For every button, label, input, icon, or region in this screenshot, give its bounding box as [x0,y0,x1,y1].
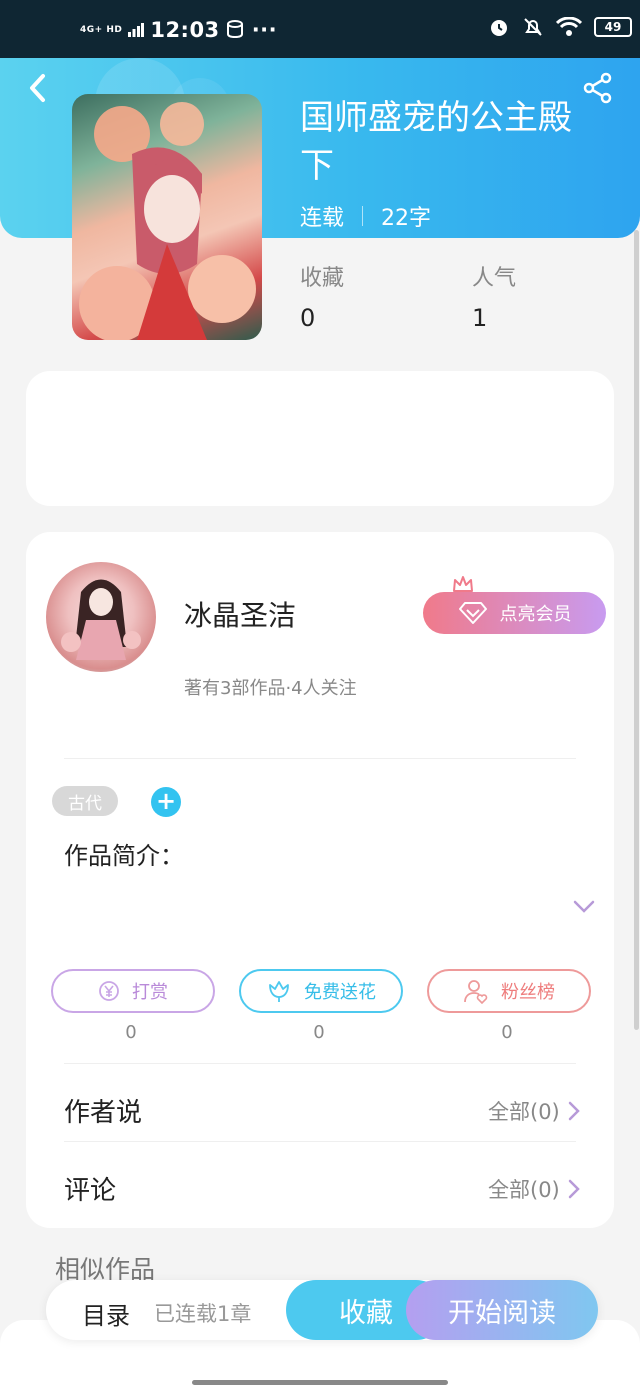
chevron-down-icon [573,900,595,913]
alarm-icon [491,20,507,36]
divider [64,1141,576,1142]
status-left: 4G+ HD 12:03 ··· [80,18,277,42]
popularity-count: 1 [472,304,488,332]
comments-count: 全部(0) [488,1178,560,1202]
back-button[interactable] [22,70,52,106]
crown-icon [453,576,473,592]
book-title: 国师盛宠的公主殿下 [300,98,572,186]
author-avatar[interactable] [46,562,156,672]
comments-label: 评论 [64,1176,117,1206]
fan-ranking-button[interactable]: 粉丝榜 [427,969,591,1013]
chevron-right-icon [568,1179,580,1199]
author-says-all-link[interactable]: 全部(0) [488,1096,580,1126]
network-indicator: 4G+ HD [80,24,123,35]
reward-label: 打赏 [132,982,168,1003]
activate-vip-button[interactable]: 点亮会员 [423,592,606,634]
meta-divider [362,206,364,226]
add-favorite-label: 收藏 [339,1297,393,1329]
divider [64,758,576,759]
vip-label: 点亮会员 [499,604,572,625]
reward-button[interactable]: 打赏 [51,969,215,1013]
start-reading-label: 开始阅读 [448,1297,556,1329]
diamond-icon [458,602,487,624]
divider [64,1063,576,1064]
expand-intro-button[interactable] [572,898,596,918]
status-right: 49 [488,16,632,38]
intro-label: 作品简介： [64,842,184,870]
send-flower-label: 免费送花 [304,982,376,1003]
genre-tag[interactable]: 古代 [52,786,118,816]
favorites-label: 收藏 [300,266,345,291]
cover-illustration [79,102,256,340]
comments-all-link[interactable]: 全部(0) [488,1174,580,1204]
add-tag-button[interactable]: + [151,787,181,817]
chevron-right-icon [568,1101,580,1121]
start-reading-button[interactable]: 开始阅读 [406,1280,598,1340]
status-time: 12:03 [150,18,220,42]
battery-indicator: 49 [594,17,632,37]
book-status: 连载 [300,206,345,231]
mute-bell-icon [524,18,542,36]
fan-ranking-label: 粉丝榜 [501,982,555,1003]
book-word-count: 22字 [381,206,432,231]
home-indicator[interactable] [192,1380,448,1385]
author-info: 著有3部作品·4人关注 [184,678,357,699]
flower-count: 0 [313,1022,325,1043]
reward-count: 0 [125,1022,137,1043]
author-says-label: 作者说 [64,1098,143,1128]
book-meta: 连载 22字 [300,200,431,232]
signal-icon [128,23,145,37]
data-saver-icon [226,20,243,39]
status-more: ··· [251,18,278,42]
empty-banner-card [26,371,614,506]
chevron-left-icon [30,74,45,102]
book-cover[interactable] [72,94,262,340]
yen-coin-icon [99,981,119,1001]
favorites-count: 0 [300,304,316,332]
chapter-count: 已连载1章 [154,1302,252,1326]
popularity-label: 人气 [472,266,517,291]
status-bar: 4G+ HD 12:03 ··· 49 [0,0,640,58]
table-of-contents-button[interactable]: 目录 [82,1296,130,1331]
avatar-illustration [61,579,141,660]
author-says-count: 全部(0) [488,1100,560,1124]
scrollbar[interactable] [634,230,639,1030]
send-flower-button[interactable]: 免费送花 [239,969,403,1013]
fan-user-icon [464,980,488,1004]
wifi-icon [556,17,582,36]
fan-count: 0 [501,1022,513,1043]
flower-icon [269,981,289,1002]
author-name[interactable]: 冰晶圣洁 [184,594,296,634]
